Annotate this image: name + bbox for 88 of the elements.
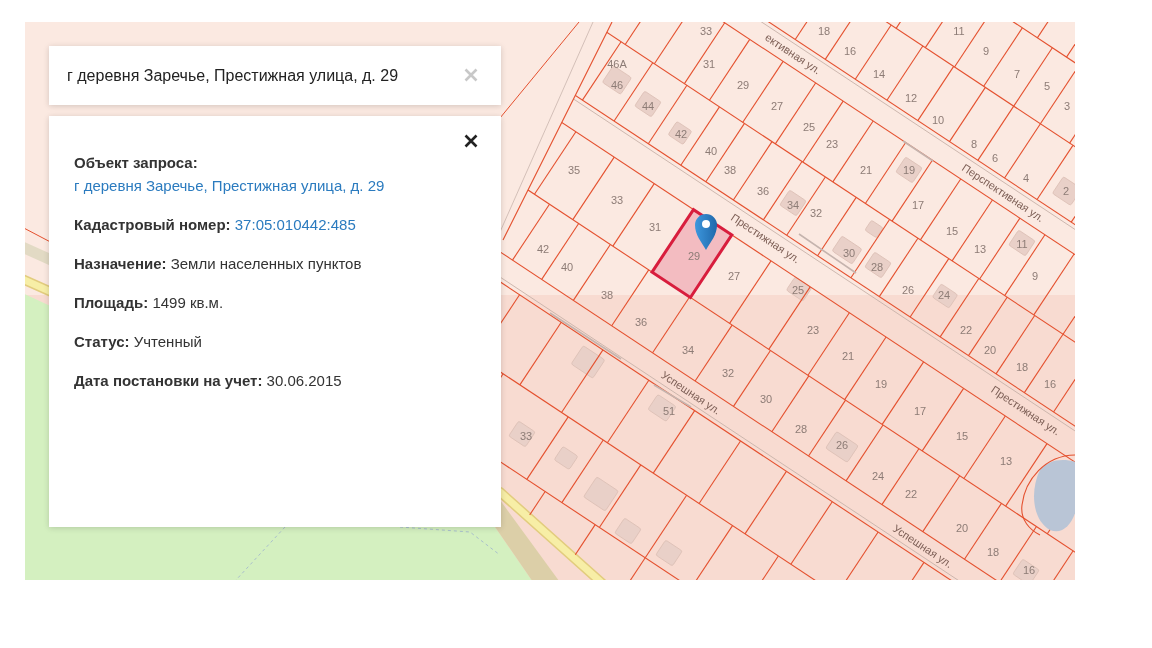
parcel-number: 21 (859, 164, 873, 176)
parcel-number: 25 (791, 284, 805, 296)
parcel-number: 34 (681, 344, 695, 356)
parcel-number: 12 (904, 92, 918, 104)
parcel-number: 7 (1013, 68, 1021, 80)
parcel-number: 33 (519, 430, 533, 442)
field-label: Площадь: (74, 294, 149, 311)
parcel-number: 40 (560, 261, 574, 273)
field-label: Дата постановки на учет: (74, 372, 263, 389)
parcel-number: 32 (721, 367, 735, 379)
parcel-number: 33 (610, 194, 624, 206)
parcel-number: 30 (759, 393, 773, 405)
value-link[interactable]: 37:05:010442:485 (234, 216, 356, 233)
parcel-number: 20 (983, 344, 997, 356)
parcel-number: 46А (607, 58, 627, 70)
parcel-number: 38 (600, 289, 614, 301)
close-button[interactable] (464, 134, 478, 148)
parcel-number: 18 (1015, 361, 1029, 373)
parcel-number: 27 (727, 270, 741, 282)
parcel-number: 19 (902, 164, 916, 176)
field-label: Кадастровый номер: (74, 216, 231, 233)
parcel-number: 28 (794, 423, 808, 435)
field-value: Учтенный (133, 333, 202, 350)
parcel-number: 31 (648, 221, 662, 233)
value-link[interactable]: г деревня Заречье, Престижная улица, д. 29 (74, 177, 385, 194)
parcel-number: 15 (945, 225, 959, 237)
parcel-number: 30 (842, 247, 856, 259)
parcel-number: 17 (911, 199, 925, 211)
parcel-number: 34 (786, 199, 800, 211)
parcel-number: 32 (809, 207, 823, 219)
parcel-number: 16 (1022, 564, 1036, 576)
parcel-number: 26 (835, 439, 849, 451)
parcel-number: 16 (843, 45, 857, 57)
parcel-number: 9 (1031, 270, 1039, 282)
map-pin-icon (695, 214, 717, 250)
parcel-number: 8 (970, 138, 978, 150)
parcel-number: 11 (1016, 238, 1028, 250)
parcel-number: 17 (913, 405, 927, 417)
parcel-number: 36 (634, 316, 648, 328)
parcel-number: 18 (986, 546, 1000, 558)
parcel-number: 10 (931, 114, 945, 126)
parcel-number: 36 (756, 185, 770, 197)
parcel-number: 44 (641, 100, 655, 112)
clear-icon (464, 68, 478, 82)
parcel-number: 5 (1043, 80, 1051, 92)
parcel-number: 51 (662, 405, 676, 417)
field-label: Статус: (74, 333, 130, 350)
search-field[interactable]: г деревня Заречье, Престижная улица, д. 29 (49, 46, 501, 105)
parcel-number: 9 (982, 45, 990, 57)
field-value: 1499 кв.м. (152, 294, 224, 311)
parcel-number: 42 (674, 128, 688, 140)
parcel-number: 27 (770, 100, 784, 112)
parcel-number: 13 (999, 455, 1013, 467)
parcel-number: 25 (802, 121, 816, 133)
field-value: Земли населенных пунктов (170, 255, 362, 272)
parcel-number: 6 (991, 152, 999, 164)
parcel-number: 35 (567, 164, 581, 176)
parcel-number: 24 (937, 289, 951, 301)
parcel-number: 26 (901, 284, 915, 296)
parcel-number: 13 (973, 243, 987, 255)
parcel-number: 24 (871, 470, 885, 482)
parcel-number: 42 (536, 243, 550, 255)
parcel-number: 22 (959, 324, 973, 336)
parcel-number: 18 (817, 25, 831, 37)
parcel-number: 23 (806, 324, 820, 336)
close-icon (464, 134, 478, 148)
parcel-number: 31 (702, 58, 716, 70)
parcel-number: 38 (723, 164, 737, 176)
field-value: 30.06.2015 (266, 372, 342, 389)
field-label: Объект запроса: (74, 154, 198, 171)
parcel-number: 29 (687, 250, 701, 262)
parcel-number: 33 (699, 25, 713, 37)
parcel-number: 16 (1043, 378, 1057, 390)
parcel-number: 19 (874, 378, 888, 390)
parcel-number: 2 (1062, 185, 1070, 197)
field-label: Назначение: (74, 255, 167, 272)
parcel-number: 23 (825, 138, 839, 150)
parcel-number: 40 (704, 145, 718, 157)
parcel-number: 3 (1063, 100, 1071, 112)
parcel-number: 11 (953, 25, 965, 37)
parcel-number: 22 (904, 488, 918, 500)
parcel-number: 29 (736, 79, 750, 91)
parcel-number: 21 (841, 350, 855, 362)
parcel-number: 28 (870, 261, 884, 273)
parcel-number: 14 (872, 68, 886, 80)
parcel-number: 20 (955, 522, 969, 534)
parcel-number: 15 (955, 430, 969, 442)
parcel-number: 46 (610, 79, 624, 91)
